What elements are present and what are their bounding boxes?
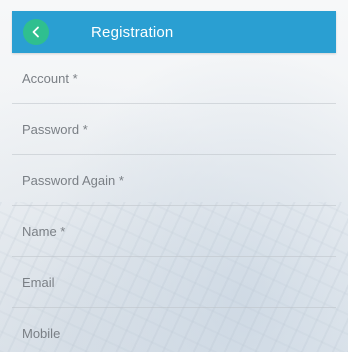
email-field[interactable]: Email (12, 257, 336, 308)
back-button[interactable] (23, 19, 49, 45)
account-field[interactable]: Account * (12, 53, 336, 104)
password-again-field[interactable]: Password Again * (12, 155, 336, 206)
mobile-field[interactable]: Mobile (12, 308, 336, 352)
name-field[interactable]: Name * (12, 206, 336, 257)
registration-form: Account * Password * Password Again * Na… (12, 53, 336, 352)
back-arrow-icon (32, 26, 39, 38)
header-bar: Registration (12, 11, 336, 53)
password-field[interactable]: Password * (12, 104, 336, 155)
registration-screen: Registration Account * Password * Passwo… (0, 0, 348, 352)
page-title: Registration (91, 23, 174, 41)
